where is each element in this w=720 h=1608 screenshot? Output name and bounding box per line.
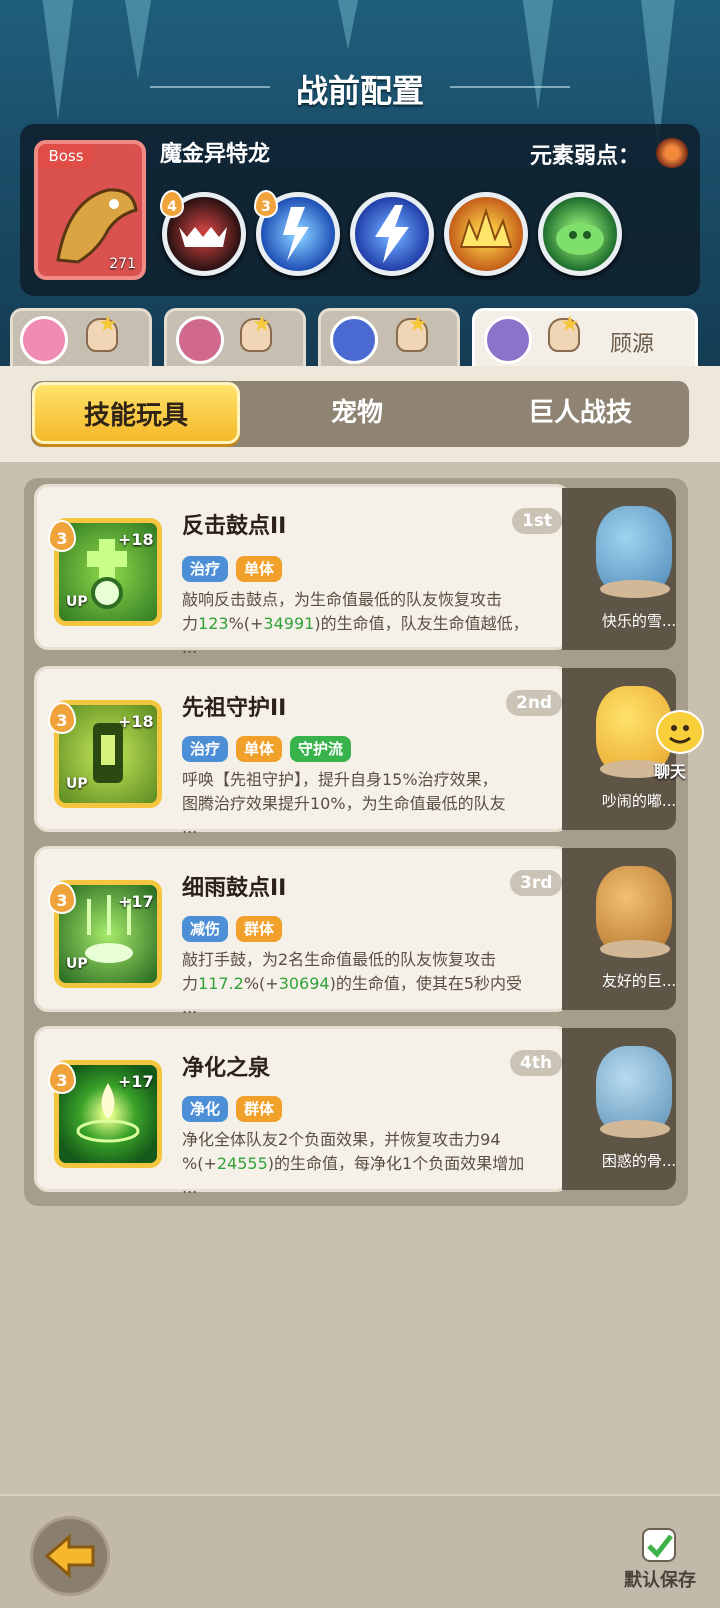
skill-plus-1: +18 — [118, 530, 154, 549]
hero-avatar-1 — [20, 316, 68, 364]
skill-tag: 群体 — [236, 1096, 283, 1122]
skill-name-4: 净化之泉 — [182, 1056, 271, 1081]
skill-up-2: UP — [66, 776, 88, 792]
skill-tag: 治疗 — [182, 736, 229, 762]
skill-tag: 治疗 — [182, 556, 229, 582]
boss-label: Boss — [38, 144, 94, 168]
skill-plus-3: +17 — [118, 892, 154, 911]
skill-tag: 净化 — [182, 1096, 229, 1122]
skill-name-3: 细雨鼓点II — [182, 876, 287, 901]
star-icon: ★ — [560, 312, 580, 337]
lightning-bolt-icon — [375, 205, 409, 263]
green-slime-icon — [556, 223, 604, 255]
boss-skill-1-count: 4 — [160, 190, 184, 218]
boss-name: 魔金异特龙 — [160, 142, 271, 167]
skill-level-4: 3 — [48, 1062, 76, 1094]
star-icon: ★ — [98, 312, 118, 337]
default-save-checkbox[interactable] — [642, 1528, 676, 1562]
skill-up-1: UP — [66, 594, 88, 610]
skill-tag: 单体 — [236, 736, 283, 762]
skill-tag: 减伤 — [182, 916, 229, 942]
chat-label: 聊天 — [654, 762, 687, 781]
default-save-label: 默认保存 — [624, 1570, 696, 1591]
pet-pedestal — [600, 940, 670, 958]
page-title: 战前配置 — [295, 72, 424, 110]
pet-name-2: 吵闹的嘟... — [601, 792, 677, 810]
skill-rank-1: 1st — [512, 508, 563, 534]
fire-element-icon — [656, 138, 688, 168]
skill-plus-2: +18 — [118, 712, 154, 731]
star-icon: ★ — [408, 312, 428, 337]
skill-desc-3: 敲打手鼓，为2名生命值最低的队友恢复攻击 力117.2%(+30694)的生命值… — [182, 950, 523, 1017]
hero-avatar-3 — [330, 316, 378, 364]
boss-portrait[interactable]: Boss 271 — [34, 140, 146, 280]
hero-name: 顾源 — [610, 332, 655, 357]
skill-name-1: 反击鼓点II — [182, 514, 287, 539]
skill-tag: 守护流 — [290, 736, 352, 762]
skill-level-3: 3 — [48, 882, 76, 914]
skill-level-1: 3 — [48, 520, 76, 552]
skill-desc-2: 呼唤【先祖守护】，提升自身15%治疗效果， 图腾治疗效果提升10%，为生命值最低… — [182, 770, 506, 837]
element-weakness-label: 元素弱点： — [530, 144, 641, 169]
skill-up-3: UP — [66, 956, 88, 972]
chat-button[interactable] — [656, 710, 704, 754]
skill-desc-1: 敲响反击鼓点，为生命值最低的队友恢复攻击 力123%(+34991)的生命值，队… — [182, 590, 529, 657]
back-button[interactable] — [30, 1516, 110, 1596]
skill-rank-3: 3rd — [510, 870, 563, 896]
smile-face-icon — [669, 725, 691, 744]
skill-level-2: 3 — [48, 702, 76, 734]
dinosaur-icon — [56, 188, 138, 264]
skill-tag: 单体 — [236, 556, 283, 582]
boss-skill-4[interactable] — [444, 192, 528, 276]
skill-plus-4: +17 — [118, 1072, 154, 1091]
pet-name-1: 快乐的雪... — [601, 612, 677, 630]
skill-tag: 群体 — [236, 916, 283, 942]
tab-skill-toys[interactable]: 技能玩具 — [32, 382, 240, 444]
star-icon: ★ — [252, 312, 272, 337]
golden-spike-crown-icon — [459, 207, 513, 248]
boss-skill-5[interactable] — [538, 192, 622, 276]
boss-skill-2-count: 3 — [254, 190, 278, 218]
tab-pets[interactable]: 宠物 — [252, 382, 462, 444]
pet-pedestal — [600, 580, 670, 598]
skill-name-2: 先祖守护II — [182, 696, 287, 721]
pet-name-3: 友好的巨... — [601, 972, 677, 990]
pet-name-4: 困惑的骨... — [601, 1152, 677, 1170]
boss-skill-3[interactable] — [350, 192, 434, 276]
check-icon — [647, 1534, 673, 1558]
skill-rank-4: 4th — [510, 1050, 563, 1076]
skill-desc-4: 净化全体队友2个负面效果，并恢复攻击力94 %(+24555)的生命值，每净化1… — [182, 1130, 525, 1197]
pet-pedestal — [600, 1120, 670, 1138]
hero-avatar-4 — [484, 316, 532, 364]
tab-giant-skills[interactable]: 巨人战技 — [470, 382, 690, 444]
hero-avatar-2 — [176, 316, 224, 364]
skill-rank-2: 2nd — [506, 690, 563, 716]
boss-level: 271 — [109, 256, 136, 272]
back-arrow-icon — [44, 1533, 95, 1579]
